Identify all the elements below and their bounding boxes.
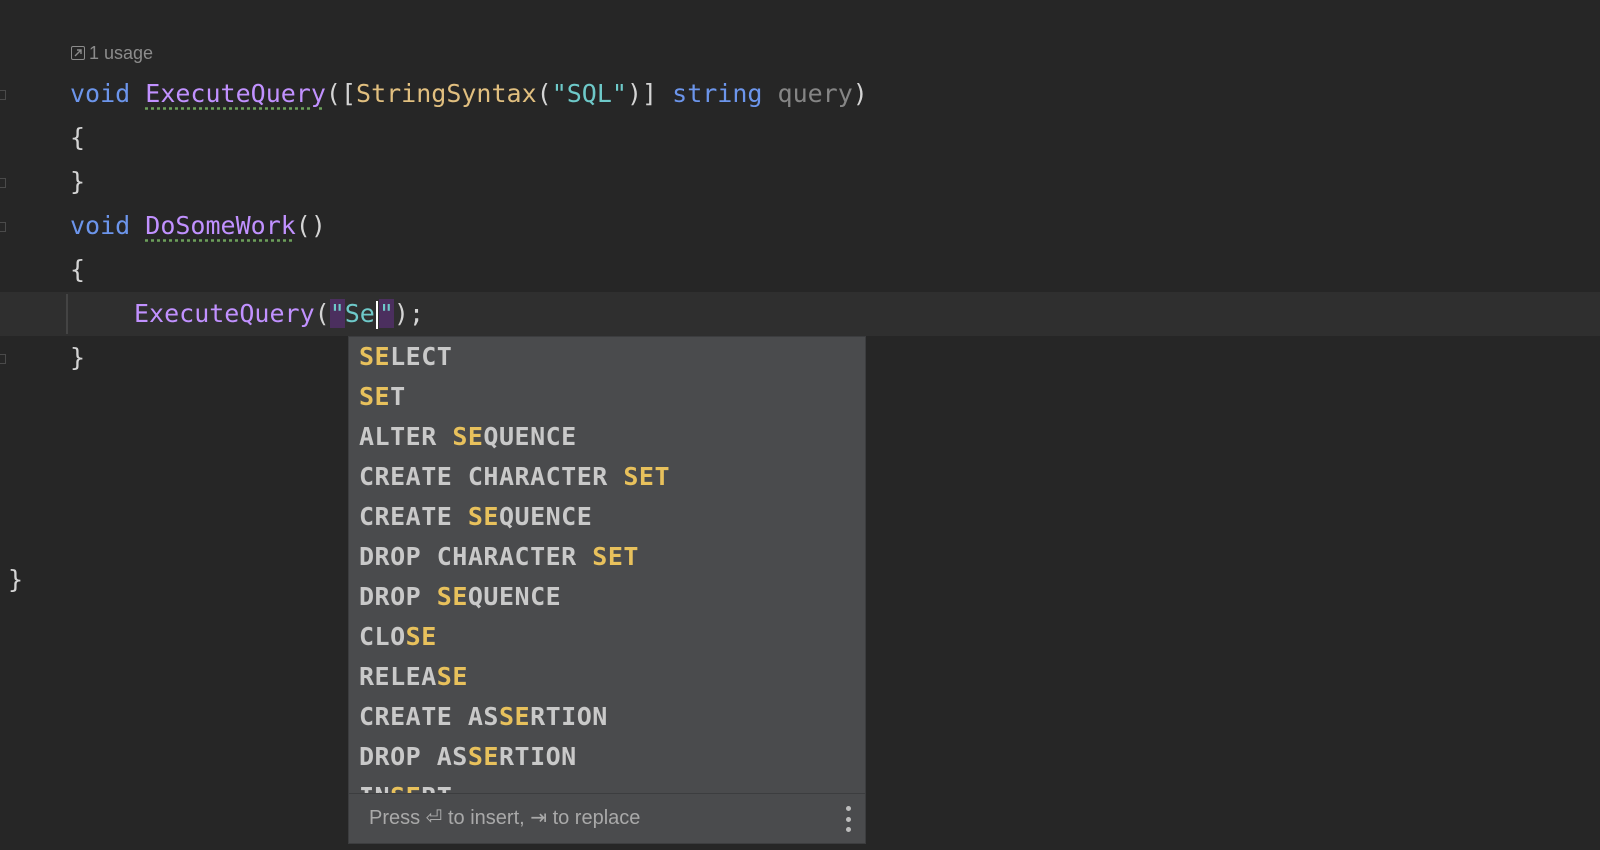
code-line[interactable]: { (0, 248, 1600, 292)
completion-item-suffix: RTION (498, 742, 577, 771)
completion-item-match: SE (359, 342, 391, 371)
punctuation: ( (536, 79, 552, 108)
completion-item[interactable]: ALTER SEQUENCE (349, 417, 865, 457)
method-name[interactable]: DoSomeWork (145, 211, 296, 240)
punctuation: () (295, 211, 326, 240)
external-link-icon (71, 46, 85, 60)
method-call[interactable]: ExecuteQuery (134, 299, 315, 328)
type-name: string (672, 79, 763, 108)
completion-item-prefix: CREATE (359, 502, 468, 531)
completion-item-match: SE (436, 582, 468, 611)
keyword-void: void (70, 211, 131, 240)
completion-item-match: SET (623, 462, 671, 491)
brace: } (70, 167, 86, 196)
completion-item-suffix: T (390, 382, 406, 411)
current-code-line[interactable]: ExecuteQuery("Se "); (0, 292, 1600, 336)
completion-item[interactable]: DROP CHARACTER SET (349, 537, 865, 577)
method-name[interactable]: ExecuteQuery (145, 79, 326, 108)
completion-item[interactable]: CREATE ASSERTION (349, 697, 865, 737)
brace: { (70, 255, 86, 284)
indent-guide (66, 294, 68, 334)
completion-item-match: SE (467, 742, 499, 771)
completion-item[interactable]: CREATE CHARACTER SET (349, 457, 865, 497)
completion-item[interactable]: DROP SEQUENCE (349, 577, 865, 617)
keyword-void: void (70, 79, 131, 108)
fold-marker[interactable] (0, 222, 6, 232)
completion-item-match: SE (498, 702, 531, 731)
completion-item-suffix: RTION (530, 702, 608, 731)
completion-item-prefix: RELEA (359, 662, 437, 691)
fold-marker[interactable] (0, 178, 6, 188)
completion-item[interactable]: DROP ASSERTION (349, 737, 865, 777)
string-quote-close: " (378, 299, 394, 328)
completion-item-prefix: ALTER (359, 422, 453, 451)
completion-item-match: SET (592, 542, 639, 571)
completion-item-prefix: CREATE AS (359, 702, 499, 731)
completion-item[interactable]: SELECT (349, 337, 865, 377)
punctuation: ([ (325, 79, 357, 108)
completion-item-prefix: CREATE CHARACTER (359, 462, 624, 491)
completion-item-prefix: CLO (359, 622, 406, 651)
string-literal: "SQL" (551, 79, 627, 108)
brace: { (70, 123, 86, 152)
completion-popup[interactable]: SELECT SET ALTER SEQUENCE CREATE CHARACTER … (348, 336, 866, 844)
completion-item[interactable]: RELEASE (349, 657, 865, 697)
completion-item-match: SE (359, 382, 391, 411)
completion-item-prefix: DROP (359, 582, 437, 611)
outer-closing-brace: } (8, 565, 24, 594)
completion-item-match: SE (436, 662, 468, 691)
punctuation: )] (626, 79, 658, 108)
completion-item-prefix: DROP AS (359, 742, 468, 771)
usage-hint[interactable]: 1 usage (71, 41, 153, 65)
string-quote-open: " (329, 299, 345, 328)
code-line[interactable]: void ExecuteQuery([StringSyntax("SQL")] … (0, 72, 1600, 116)
punctuation: ( (314, 299, 330, 328)
completion-item-match: SE (467, 502, 499, 531)
usage-hint-label: 1 usage (89, 42, 154, 63)
punctuation: ); (393, 299, 425, 328)
code-editor[interactable]: 1 usage void ExecuteQuery([StringSyntax(… (0, 0, 1600, 850)
completion-item-suffix: QUENCE (467, 582, 562, 611)
code-line[interactable]: { (0, 116, 1600, 160)
completion-item[interactable]: SET (349, 377, 865, 417)
completion-footer-hint: Press ⏎ to insert, ⇥ to replace (369, 807, 641, 829)
typed-text[interactable]: Se (345, 299, 375, 328)
code-line[interactable]: } (0, 160, 1600, 204)
completion-item-suffix: QUENCE (498, 502, 593, 531)
completion-item-match: SE (405, 622, 437, 651)
fold-marker[interactable] (0, 90, 6, 100)
completion-item-match: SE (452, 422, 484, 451)
completion-item-prefix: DROP CHARACTER (359, 542, 593, 571)
parameter-name: query (777, 79, 853, 108)
completion-item-suffix: QUENCE (483, 422, 577, 451)
completion-item[interactable]: CLOSE (349, 617, 865, 657)
completion-item-suffix: LECT (390, 342, 453, 371)
attribute-name[interactable]: StringSyntax (356, 79, 537, 108)
punctuation: ) (852, 79, 868, 108)
completion-item[interactable]: CREATE SEQUENCE (349, 497, 865, 537)
more-vertical-icon[interactable] (845, 806, 851, 832)
completion-footer: Press ⏎ to insert, ⇥ to replace (349, 793, 865, 843)
text-caret (375, 301, 378, 329)
fold-marker[interactable] (0, 354, 6, 364)
code-line[interactable]: void DoSomeWork() (0, 204, 1600, 248)
completion-list[interactable]: SELECT SET ALTER SEQUENCE CREATE CHARACTER … (349, 337, 865, 795)
brace: } (70, 343, 86, 372)
